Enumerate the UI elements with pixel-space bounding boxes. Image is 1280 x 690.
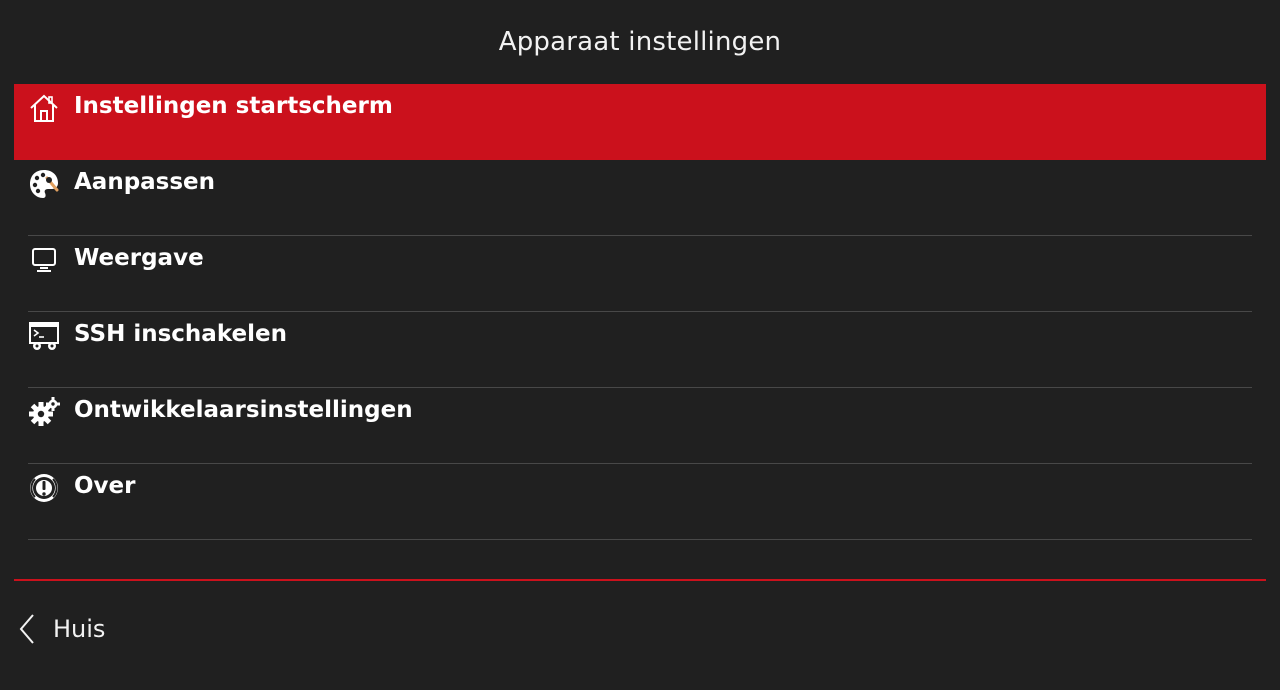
palette-icon <box>28 168 60 200</box>
menu-item-label: SSH inschakelen <box>74 321 287 347</box>
back-home-button[interactable]: Huis <box>14 604 105 654</box>
settings-menu: Instellingen startscherm Aanpassen Weerg… <box>14 84 1266 540</box>
home-icon <box>28 92 60 124</box>
page-title: Apparaat instellingen <box>498 27 782 57</box>
terminal-settings-icon <box>28 320 60 352</box>
monitor-icon <box>28 244 60 276</box>
menu-item-label: Weergave <box>74 245 204 271</box>
divider <box>28 539 1252 540</box>
menu-item-developer-settings[interactable]: Ontwikkelaarsinstellingen <box>14 388 1266 464</box>
menu-item-label: Instellingen startscherm <box>74 93 393 119</box>
header-bar: Apparaat instellingen <box>0 0 1280 84</box>
gears-icon <box>28 396 60 428</box>
menu-item-customize[interactable]: Aanpassen <box>14 160 1266 236</box>
menu-item-label: Ontwikkelaarsinstellingen <box>74 397 413 423</box>
menu-item-about[interactable]: Over <box>14 464 1266 540</box>
menu-item-home-screen-settings[interactable]: Instellingen startscherm <box>14 84 1266 160</box>
footer-divider <box>14 579 1266 581</box>
menu-item-label: Over <box>74 473 136 499</box>
menu-item-display[interactable]: Weergave <box>14 236 1266 312</box>
menu-item-enable-ssh[interactable]: SSH inschakelen <box>14 312 1266 388</box>
menu-item-label: Aanpassen <box>74 169 216 195</box>
info-icon <box>28 472 60 504</box>
chevron-left-icon <box>14 613 40 645</box>
back-button-label: Huis <box>53 615 106 643</box>
